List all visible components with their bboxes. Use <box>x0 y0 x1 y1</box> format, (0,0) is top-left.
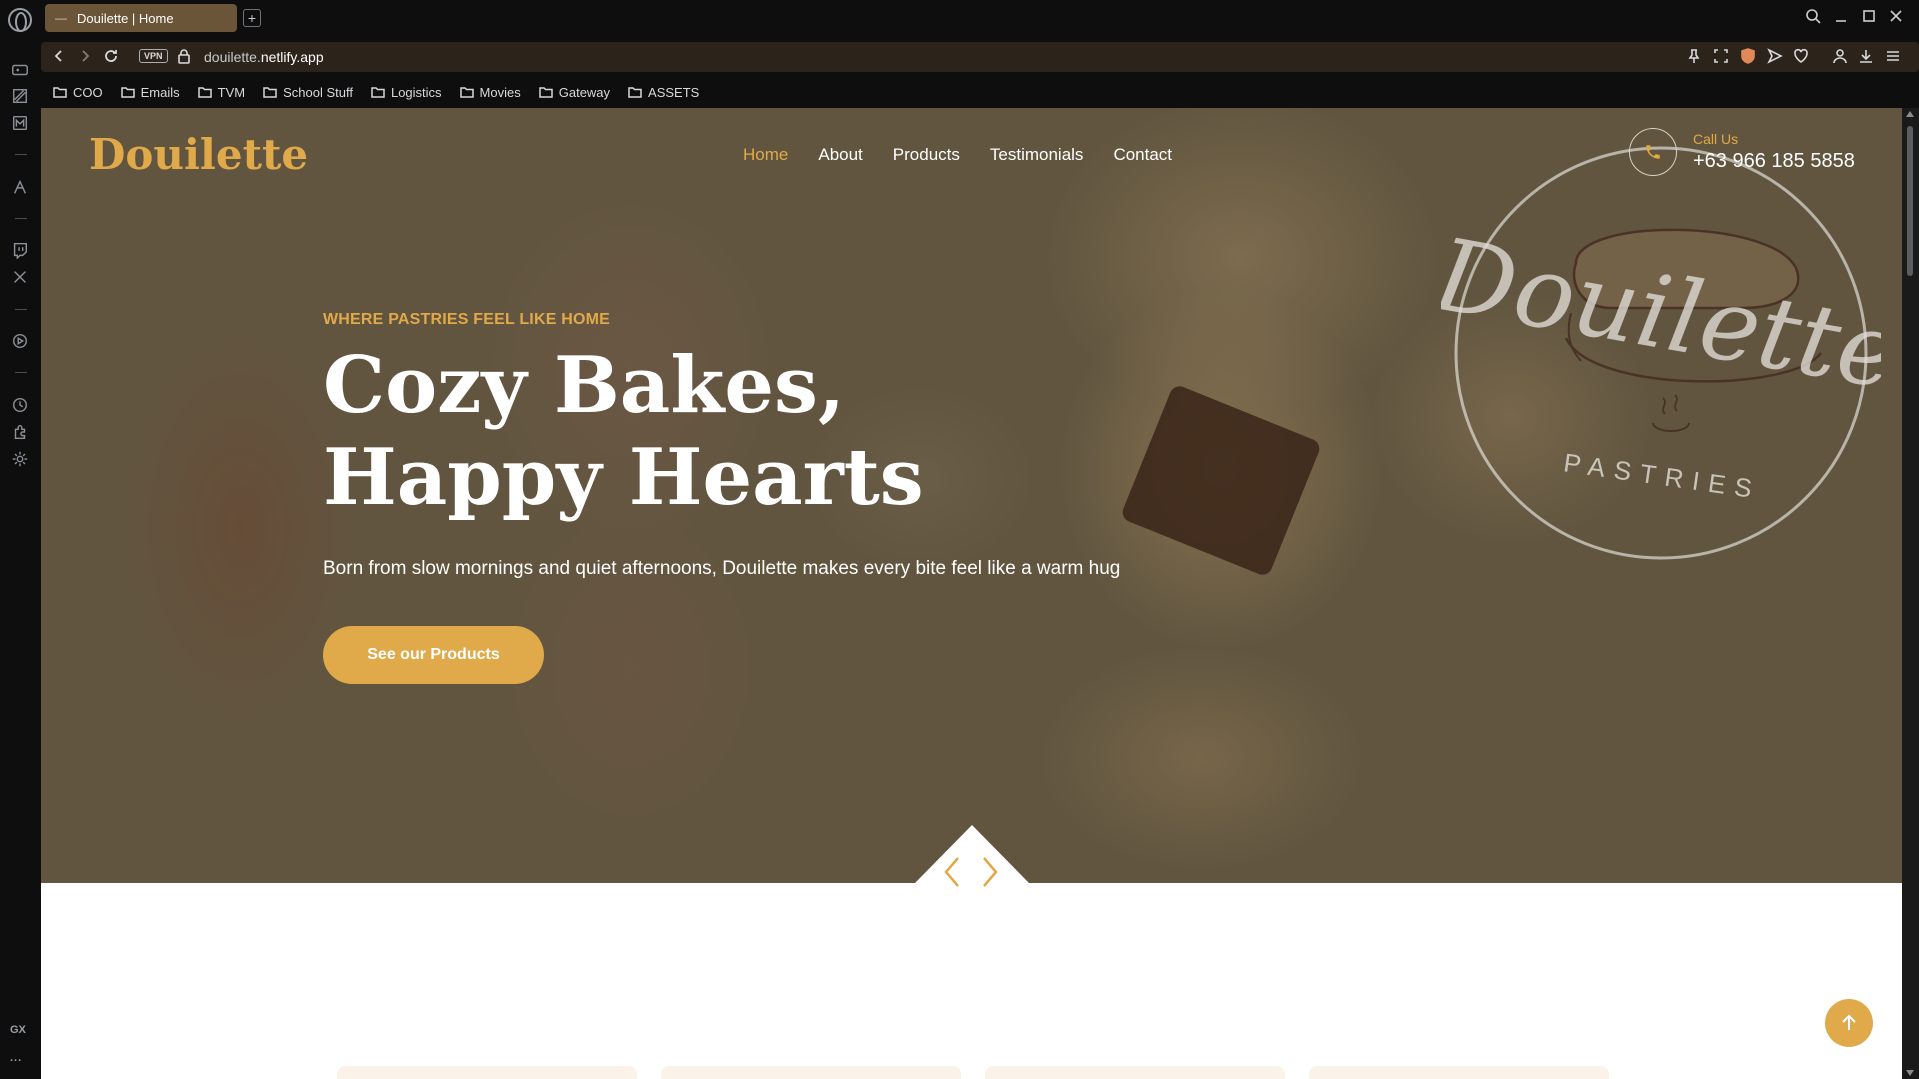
folder-icon <box>538 87 553 98</box>
nav-contact[interactable]: Contact <box>1113 145 1172 165</box>
search-tabs-icon[interactable] <box>1805 8 1821 29</box>
bookmark-folder[interactable]: Movies <box>459 85 521 100</box>
hero-section: Douilette Home About Products Testimonia… <box>41 108 1902 883</box>
address-bar-row: VPN douilette.netlify.app <box>41 38 1919 76</box>
page-viewport: Douilette Home About Products Testimonia… <box>41 108 1902 1079</box>
scroll-down-icon[interactable] <box>1906 1070 1914 1076</box>
nav-products[interactable]: Products <box>893 145 960 165</box>
folder-icon <box>371 87 385 98</box>
forward-arrow-icon[interactable] <box>77 48 95 66</box>
bookmark-folder[interactable]: Logistics <box>371 85 442 100</box>
extensions-icon[interactable] <box>9 421 31 443</box>
product-card <box>337 1066 637 1079</box>
address-bar[interactable]: VPN douilette.netlify.app <box>41 42 1919 72</box>
hero-eyebrow: WHERE PASTRIES FEEL LIKE HOME <box>323 311 611 328</box>
more-dots-icon[interactable]: ... <box>10 1052 22 1064</box>
scroll-up-icon[interactable] <box>1906 111 1914 117</box>
maximize-icon[interactable] <box>1861 8 1877 29</box>
menu-icon[interactable] <box>1885 48 1901 69</box>
rail-divider <box>15 372 27 373</box>
new-tab-button[interactable]: + <box>243 9 261 27</box>
folder-icon <box>197 87 212 98</box>
notes-icon[interactable] <box>9 85 31 107</box>
nav-about[interactable]: About <box>818 145 862 165</box>
send-icon[interactable] <box>1767 48 1783 69</box>
main-nav: Home About Products Testimonials Contact <box>743 145 1172 165</box>
product-card <box>661 1066 961 1079</box>
mail-icon[interactable] <box>9 112 31 134</box>
rail-divider <box>15 309 27 310</box>
bookmark-folder[interactable]: School Stuff <box>263 85 353 100</box>
aria-icon[interactable] <box>9 176 31 198</box>
hero-headline: Cozy Bakes, Happy Hearts <box>323 340 924 523</box>
gx-label[interactable]: GX <box>10 1024 26 1036</box>
page-scrollbar[interactable] <box>1902 108 1919 1079</box>
slider-next-arrow-icon[interactable] <box>976 852 1004 892</box>
bookmark-folder[interactable]: TVM <box>197 85 245 100</box>
folder-icon <box>263 87 277 98</box>
profile-icon[interactable] <box>1832 48 1848 69</box>
folder-icon <box>53 87 67 98</box>
rail-divider <box>15 154 27 155</box>
hero-background-photo <box>1119 383 1323 578</box>
player-icon[interactable] <box>9 330 31 352</box>
bookmark-folder[interactable]: Emails <box>120 85 180 100</box>
download-icon[interactable] <box>1858 48 1874 69</box>
close-window-icon[interactable] <box>1888 8 1904 29</box>
gaming-icon[interactable] <box>9 59 31 81</box>
lock-icon[interactable] <box>177 48 191 69</box>
pastries-badge-logo: Douilette PASTRIES <box>1441 146 1881 560</box>
folder-icon <box>120 87 135 98</box>
history-icon[interactable] <box>9 394 31 416</box>
nav-home[interactable]: Home <box>743 145 788 165</box>
badge-sub-text: PASTRIES <box>1562 447 1763 504</box>
active-tab[interactable]: — Douilette | Home <box>45 4 237 32</box>
tab-favicon-icon: — <box>55 11 67 25</box>
slider-controls <box>938 852 1004 892</box>
reload-icon[interactable] <box>103 48 121 66</box>
bookmark-folder[interactable]: ASSETS <box>628 85 699 100</box>
arrow-up-icon <box>1842 1014 1856 1030</box>
twitch-icon[interactable] <box>9 239 31 261</box>
folder-icon <box>628 87 642 98</box>
product-card <box>1309 1066 1609 1079</box>
browser-sidebar: GX ... <box>0 0 41 1079</box>
settings-gear-icon[interactable] <box>9 448 31 470</box>
scroll-to-top-button[interactable] <box>1825 999 1873 1047</box>
rail-divider <box>15 218 27 219</box>
url-text[interactable]: douilette.netlify.app <box>204 49 324 65</box>
scroll-thumb[interactable] <box>1907 126 1913 276</box>
snapshot-icon[interactable] <box>1713 48 1729 69</box>
tab-title: Douilette | Home <box>77 10 174 26</box>
nav-testimonials[interactable]: Testimonials <box>990 145 1084 165</box>
product-card <box>985 1066 1285 1079</box>
vpn-badge[interactable]: VPN <box>139 49 168 63</box>
phone-icon[interactable] <box>1629 128 1677 176</box>
minimize-icon[interactable] <box>1833 8 1849 29</box>
hero-subtext: Born from slow mornings and quiet aftern… <box>323 558 1121 579</box>
see-products-button[interactable]: See our Products <box>323 626 544 684</box>
tab-bar: — Douilette | Home + <box>41 0 1919 38</box>
slider-prev-arrow-icon[interactable] <box>938 852 966 892</box>
pin-icon[interactable] <box>1686 48 1702 69</box>
adblock-shield-icon[interactable] <box>1740 48 1756 69</box>
site-logo[interactable]: Douilette <box>89 130 308 179</box>
phone-number[interactable]: +63 966 185 5858 <box>1693 150 1855 173</box>
bookmarks-bar: COO Emails TVM School Stuff Logistics Mo… <box>41 76 1919 108</box>
folder-icon <box>459 87 474 98</box>
back-arrow-icon[interactable] <box>51 48 69 66</box>
heart-icon[interactable] <box>1793 48 1809 69</box>
bookmark-folder[interactable]: Gateway <box>538 85 610 100</box>
x-twitter-icon[interactable] <box>9 266 31 288</box>
bookmark-folder[interactable]: COO <box>53 85 103 100</box>
opera-logo-icon[interactable] <box>8 8 32 32</box>
call-us-label: Call Us <box>1693 131 1739 147</box>
